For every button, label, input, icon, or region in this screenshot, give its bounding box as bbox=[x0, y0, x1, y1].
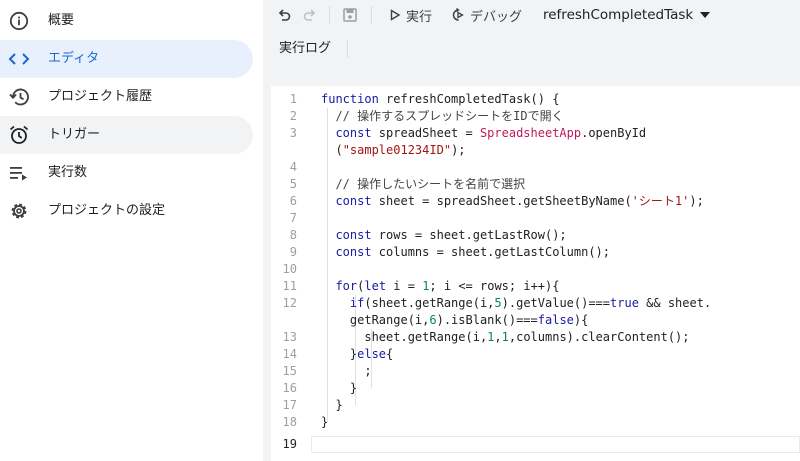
code-text: for(let i = 1; i <= rows; i++){ bbox=[335, 279, 560, 293]
code-text: const sheet = spreadSheet.getSheetByName… bbox=[335, 194, 704, 208]
debug-button-label: デバッグ bbox=[470, 9, 523, 25]
code-line: 4 bbox=[271, 159, 800, 176]
play-icon bbox=[390, 9, 401, 21]
line-number: 12 bbox=[282, 296, 297, 310]
save-button[interactable] bbox=[343, 0, 357, 30]
code-line: 5 // 操作したいシートを名前で選択 bbox=[271, 176, 800, 193]
code-text: // 操作するスプレッドシートをIDで開く bbox=[335, 109, 564, 123]
line-number: 18 bbox=[282, 415, 297, 429]
sidebar-item-history[interactable]: プロジェクト履歴 bbox=[0, 78, 253, 116]
sidebar: 概要 エディタ プロジェクト履歴 トリガー 実行数 プロジェクトの設定 bbox=[0, 0, 263, 461]
line-number: 4 bbox=[289, 160, 297, 174]
code-editor[interactable]: 1 function refreshCompletedTask() { 2 // … bbox=[271, 86, 800, 461]
code-line: 9 const columns = sheet.getLastColumn(); bbox=[271, 244, 800, 261]
undo-button[interactable] bbox=[277, 0, 291, 30]
line-number: 2 bbox=[289, 109, 297, 123]
code-line: ("sample01234ID"); bbox=[271, 142, 800, 159]
undo-icon bbox=[278, 9, 291, 21]
debug-button[interactable]: デバッグ bbox=[451, 0, 522, 30]
code-line: 11 for(let i = 1; i <= rows; i++){ bbox=[271, 278, 800, 295]
execution-log-button[interactable]: 実行ログ bbox=[279, 36, 331, 62]
code-text: } bbox=[321, 415, 329, 429]
code-line: 14 }else{ bbox=[271, 346, 800, 363]
alarm-icon bbox=[8, 124, 30, 146]
toolbar: 実行 デバッグ refreshCompletedTask bbox=[263, 0, 800, 30]
code-text: } bbox=[321, 398, 343, 412]
code-line: 16 } bbox=[271, 380, 800, 397]
function-select[interactable]: refreshCompletedTask bbox=[543, 0, 711, 30]
code-text: sheet.getRange(i,1,1,columns).clearConte… bbox=[321, 330, 690, 344]
code-text: const columns = sheet.getLastColumn(); bbox=[335, 245, 610, 259]
code-text: if(sheet.getRange(i,5).getValue()===true… bbox=[349, 296, 712, 310]
line-number: 17 bbox=[282, 398, 297, 412]
code-line: 13 sheet.getRange(i,1,1,columns).clearCo… bbox=[271, 329, 800, 346]
code-line: 18} bbox=[271, 414, 800, 431]
sidebar-item-editor[interactable]: エディタ bbox=[0, 40, 253, 78]
debug-icon bbox=[452, 8, 464, 21]
sidebar-item-executions[interactable]: 実行数 bbox=[0, 154, 253, 192]
code-text: // 操作したいシートを名前で選択 bbox=[335, 177, 526, 191]
sidebar-item-label: トリガー bbox=[48, 127, 101, 142]
line-number: 19 bbox=[282, 437, 297, 451]
code-line: 3 const spreadSheet = SpreadsheetApp.ope… bbox=[271, 125, 800, 142]
code-line: 15 ; bbox=[271, 363, 800, 380]
code-text: const spreadSheet = SpreadsheetApp.openB… bbox=[335, 126, 647, 140]
code-line: 10 bbox=[271, 261, 800, 278]
sidebar-item-label: プロジェクト履歴 bbox=[48, 89, 153, 104]
dropdown-arrow-icon bbox=[700, 12, 711, 18]
save-icon bbox=[343, 8, 357, 22]
sidebar-item-label: エディタ bbox=[48, 51, 100, 66]
sidebar-item-label: プロジェクトの設定 bbox=[48, 203, 166, 218]
history-icon bbox=[8, 86, 30, 108]
code-line: getRange(i,6).isBlank()===false){ bbox=[271, 312, 800, 329]
function-select-value: refreshCompletedTask bbox=[543, 7, 694, 23]
code-line: 8 const rows = sheet.getLastRow(); bbox=[271, 227, 800, 244]
toolbar-divider bbox=[371, 6, 372, 24]
line-number: 16 bbox=[282, 381, 297, 395]
toolbar-divider bbox=[329, 6, 330, 24]
log-bar: 実行ログ bbox=[263, 36, 800, 62]
redo-button[interactable] bbox=[303, 0, 317, 30]
line-number: 10 bbox=[282, 262, 297, 276]
line-number: 5 bbox=[289, 177, 297, 191]
redo-icon bbox=[303, 9, 316, 21]
line-number: 9 bbox=[289, 245, 297, 259]
code-icon bbox=[8, 48, 30, 70]
sidebar-item-triggers[interactable]: トリガー bbox=[0, 116, 253, 154]
code-text: ("sample01234ID"); bbox=[321, 143, 466, 157]
code-text: const rows = sheet.getLastRow(); bbox=[335, 228, 567, 242]
code-line: 7 bbox=[271, 210, 800, 227]
code-text: function refreshCompletedTask() { bbox=[321, 92, 560, 106]
sidebar-item-overview[interactable]: 概要 bbox=[0, 2, 253, 40]
run-button[interactable]: 実行 bbox=[389, 0, 432, 30]
code-line: 12 if(sheet.getRange(i,5).getValue()===t… bbox=[271, 295, 800, 312]
code-line: 6 const sheet = spreadSheet.getSheetByNa… bbox=[271, 193, 800, 210]
code-text: } bbox=[321, 381, 358, 395]
line-number: 14 bbox=[282, 347, 297, 361]
executions-icon bbox=[8, 162, 30, 184]
code-line: 19 bbox=[271, 436, 800, 453]
line-number: 8 bbox=[289, 228, 297, 242]
line-number: 6 bbox=[289, 194, 297, 208]
info-icon bbox=[8, 10, 30, 32]
code-line: 2 // 操作するスプレッドシートをIDで開く bbox=[271, 108, 800, 125]
line-number: 3 bbox=[289, 126, 297, 140]
code-text: }else{ bbox=[321, 347, 394, 361]
line-number: 11 bbox=[282, 279, 297, 293]
sidebar-item-label: 概要 bbox=[48, 13, 75, 28]
main-panel: 実行 デバッグ refreshCompletedTask 実行ログ 1 funct… bbox=[263, 0, 800, 461]
toolbar-divider bbox=[347, 40, 348, 58]
line-number: 15 bbox=[282, 364, 297, 378]
code-line: 17 } bbox=[271, 397, 800, 414]
line-number: 13 bbox=[282, 330, 297, 344]
sidebar-item-settings[interactable]: プロジェクトの設定 bbox=[0, 192, 253, 230]
code-line: 1 function refreshCompletedTask() { bbox=[271, 91, 800, 108]
code-text: ; bbox=[321, 364, 372, 378]
line-number: 7 bbox=[289, 211, 297, 225]
sidebar-item-label: 実行数 bbox=[48, 165, 88, 180]
run-button-label: 実行 bbox=[406, 9, 433, 25]
code-text: getRange(i,6).isBlank()===false){ bbox=[321, 313, 589, 327]
gear-icon bbox=[8, 200, 30, 222]
line-number: 1 bbox=[289, 92, 297, 106]
